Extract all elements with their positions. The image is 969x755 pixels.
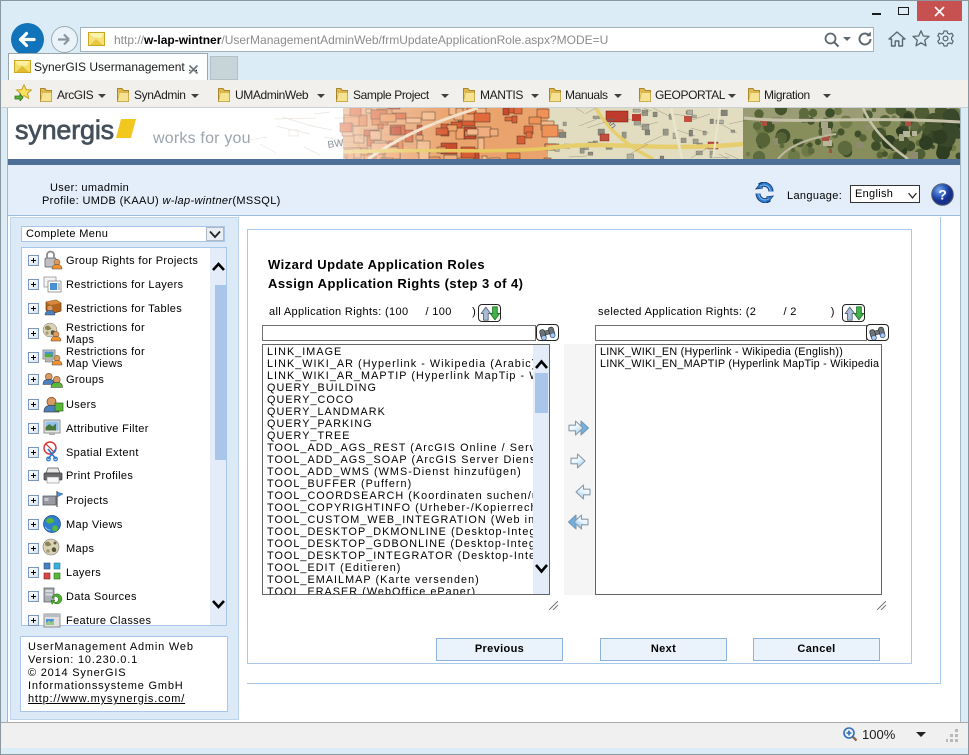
svg-text:BW: BW — [327, 138, 345, 151]
svg-text:?: ? — [938, 187, 947, 203]
